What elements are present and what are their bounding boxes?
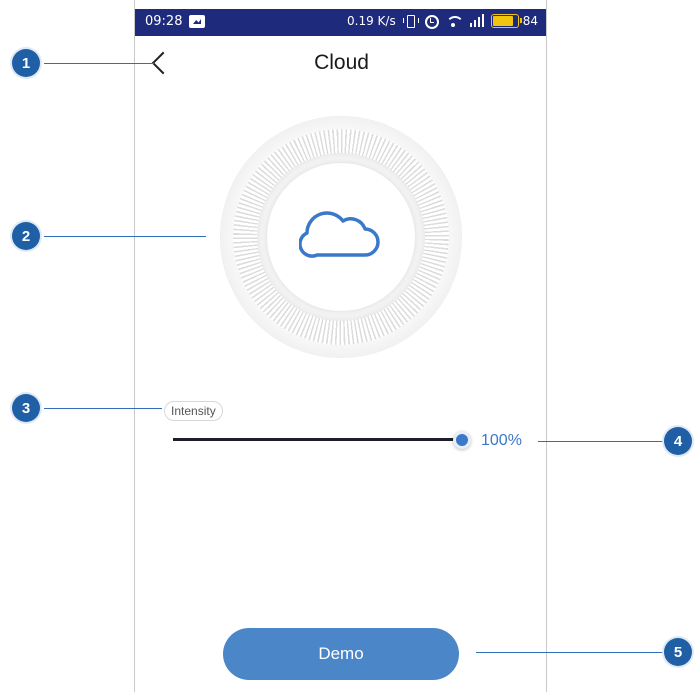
network-speed: 0.19 K/s xyxy=(347,14,396,28)
callout-line-3 xyxy=(44,408,162,409)
battery-level: 84 xyxy=(522,14,538,28)
callout-badge-3: 3 xyxy=(12,394,40,422)
intensity-value: 100% xyxy=(481,432,522,449)
callout-badge-4: 4 xyxy=(664,427,692,455)
demo-button[interactable]: Demo xyxy=(223,628,459,680)
vibrate-icon xyxy=(402,14,419,28)
callout-badge-2: 2 xyxy=(12,222,40,250)
battery-icon xyxy=(490,14,522,28)
page-title: Cloud xyxy=(314,51,369,74)
callout-line-1 xyxy=(44,63,154,64)
cloud-icon xyxy=(299,211,380,258)
callout-line-5 xyxy=(476,652,664,653)
image-notification-icon xyxy=(189,15,205,28)
wifi-icon xyxy=(445,14,464,28)
callout-line-2 xyxy=(44,236,206,237)
phone-screen: 09:28 0.19 K/s 84 Cloud Intensity 100% D… xyxy=(134,0,547,692)
callout-line-4 xyxy=(538,441,664,442)
intensity-label: Intensity xyxy=(164,401,223,421)
status-time: 09:28 xyxy=(145,14,183,29)
intensity-slider-track[interactable] xyxy=(173,438,463,441)
status-indicators: 0.19 K/s 84 xyxy=(347,14,538,29)
alarm-icon xyxy=(424,14,439,29)
callout-badge-5: 5 xyxy=(664,638,692,666)
intensity-slider-thumb[interactable] xyxy=(453,431,471,449)
signal-icon xyxy=(468,14,484,28)
battery-fill xyxy=(492,16,513,26)
status-bar: 09:28 0.19 K/s 84 xyxy=(135,9,546,36)
callout-badge-1: 1 xyxy=(12,49,40,77)
